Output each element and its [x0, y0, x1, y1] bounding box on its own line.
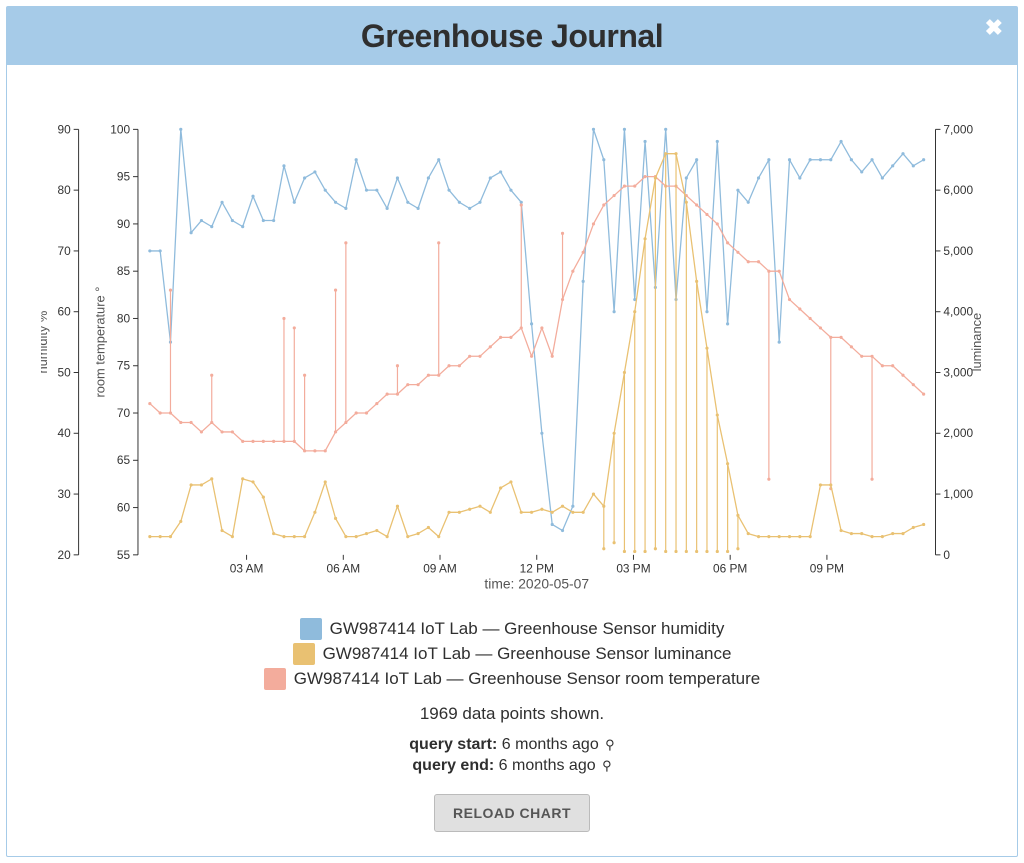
svg-text:humidity %: humidity % [41, 311, 50, 374]
svg-text:03 AM: 03 AM [230, 562, 264, 576]
svg-text:55: 55 [117, 548, 131, 562]
legend-label: GW987414 IoT Lab — Greenhouse Sensor lum… [323, 644, 732, 664]
svg-text:70: 70 [57, 244, 71, 258]
query-end-label: query end: [412, 757, 494, 774]
query-start-label: query start: [409, 736, 497, 753]
svg-text:70: 70 [117, 406, 131, 420]
legend-swatch [300, 618, 322, 640]
svg-text:6,000: 6,000 [943, 183, 973, 197]
svg-text:65: 65 [117, 453, 131, 467]
legend: GW987414 IoT Lab — Greenhouse Sensor hum… [7, 615, 1017, 693]
svg-text:95: 95 [117, 170, 131, 184]
query-end-row: query end: 6 months ago ⚲ [7, 757, 1017, 775]
svg-text:60: 60 [117, 501, 131, 515]
reload-chart-button[interactable]: RELOAD CHART [434, 794, 590, 832]
svg-text:1,000: 1,000 [943, 487, 973, 501]
svg-text:85: 85 [117, 264, 131, 278]
magnifier-icon[interactable]: ⚲ [602, 758, 612, 774]
legend-item: GW987414 IoT Lab — Greenhouse Sensor lum… [7, 643, 1017, 665]
svg-text:03 PM: 03 PM [616, 562, 650, 576]
query-end-value: 6 months ago [499, 757, 596, 774]
query-start-row: query start: 6 months ago ⚲ [7, 736, 1017, 754]
svg-text:90: 90 [117, 217, 131, 231]
svg-text:5,000: 5,000 [943, 244, 973, 258]
svg-text:2,000: 2,000 [943, 426, 973, 440]
svg-text:50: 50 [57, 365, 71, 379]
svg-text:0: 0 [943, 548, 950, 562]
svg-text:7,000: 7,000 [943, 122, 973, 136]
svg-text:40: 40 [57, 426, 71, 440]
legend-label: GW987414 IoT Lab — Greenhouse Sensor hum… [330, 619, 725, 639]
chart-svg: 20 30 40 50 60 70 80 90 55 60 65 70 75 80 85 90 95 100 0 1,… [41, 107, 983, 597]
magnifier-icon[interactable]: ⚲ [605, 737, 615, 753]
legend-item: GW987414 IoT Lab — Greenhouse Sensor hum… [7, 618, 1017, 640]
svg-text:time: 2020-05-07: time: 2020-05-07 [484, 575, 589, 591]
dialog-title: Greenhouse Journal [361, 18, 663, 55]
svg-text:100: 100 [110, 122, 130, 136]
svg-text:06 PM: 06 PM [713, 562, 747, 576]
svg-text:75: 75 [117, 359, 131, 373]
svg-text:luminance: luminance [969, 313, 983, 372]
card: Greenhouse Journal ✖ 20 30 40 50 60 70 80 90 55 6… [6, 6, 1018, 857]
legend-item: GW987414 IoT Lab — Greenhouse Sensor roo… [7, 668, 1017, 690]
svg-text:09 PM: 09 PM [810, 562, 844, 576]
dialog-header: Greenhouse Journal ✖ [7, 7, 1017, 65]
legend-label: GW987414 IoT Lab — Greenhouse Sensor roo… [294, 669, 761, 689]
svg-text:60: 60 [57, 305, 71, 319]
legend-swatch [264, 668, 286, 690]
svg-text:12 PM: 12 PM [520, 562, 554, 576]
svg-text:20: 20 [57, 548, 71, 562]
close-icon[interactable]: ✖ [985, 15, 1003, 41]
datapoints-label: 1969 data points shown. [7, 704, 1017, 724]
chart-meta: 1969 data points shown. query start: 6 m… [7, 704, 1017, 832]
svg-text:room temperature °: room temperature ° [92, 287, 107, 398]
svg-text:09 AM: 09 AM [423, 562, 457, 576]
query-start-value: 6 months ago [502, 736, 599, 753]
svg-text:06 AM: 06 AM [326, 562, 360, 576]
legend-swatch [293, 643, 315, 665]
svg-text:80: 80 [117, 311, 131, 325]
svg-text:90: 90 [57, 122, 71, 136]
chart[interactable]: 20 30 40 50 60 70 80 90 55 60 65 70 75 80 85 90 95 100 0 1,… [41, 107, 983, 597]
svg-text:30: 30 [57, 487, 71, 501]
svg-text:80: 80 [57, 183, 71, 197]
